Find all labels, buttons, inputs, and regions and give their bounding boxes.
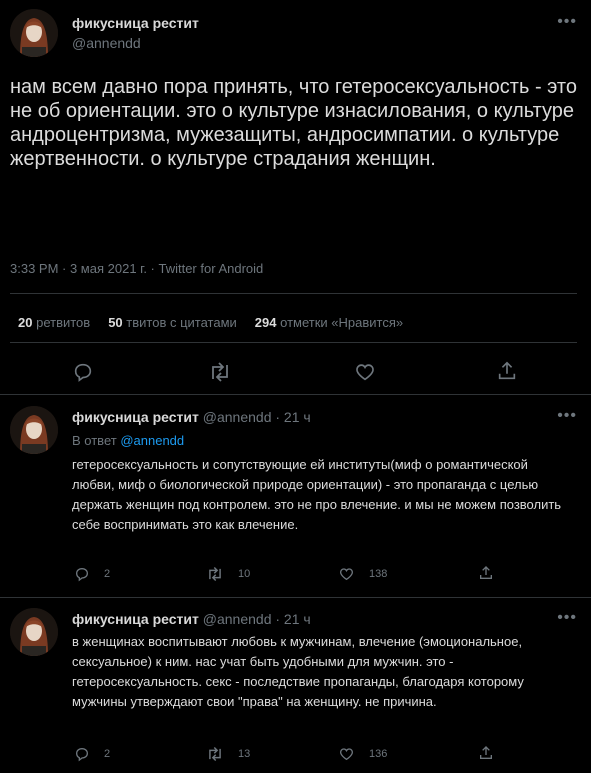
reply-text: гетеросексуальность и сопутствующие ей и…	[72, 457, 562, 532]
handle[interactable]: @annendd	[72, 35, 141, 51]
reply-icon[interactable]	[72, 361, 94, 383]
divider	[10, 342, 577, 343]
tweet-text: нам всем давно пора принять, что гетерос…	[10, 76, 577, 170]
like-count: 136	[369, 748, 388, 760]
avatar[interactable]	[10, 9, 58, 57]
reply-count: 2	[104, 568, 111, 580]
handle[interactable]: @annendd	[203, 611, 272, 627]
retweet-action[interactable]: 13	[206, 746, 250, 762]
reply-text: в женщинах воспитывают любовь к мужчинам…	[72, 634, 524, 709]
reply-to-handle[interactable]: @annendd	[120, 433, 184, 448]
more-icon[interactable]: •••	[557, 407, 577, 425]
more-icon[interactable]: •••	[557, 609, 577, 627]
avatar[interactable]	[10, 608, 58, 656]
like-count: 138	[369, 568, 388, 580]
retweet-count: 10	[238, 568, 251, 580]
share-icon[interactable]	[478, 565, 494, 581]
like-action[interactable]: 138	[338, 566, 387, 582]
tweet-meta: 3:33 PM · 3 мая 2021 г. · Twitter for An…	[10, 261, 264, 276]
reply-count: 2	[104, 748, 111, 760]
reply-icon[interactable]	[74, 566, 90, 582]
more-icon[interactable]: •••	[557, 13, 577, 31]
share-icon[interactable]	[478, 745, 494, 761]
timestamp[interactable]: · 21 ч	[275, 611, 310, 627]
divider	[0, 394, 591, 395]
reply-action[interactable]: 2	[74, 746, 110, 762]
retweet-action[interactable]: 10	[206, 566, 250, 582]
reply-action[interactable]: 2	[74, 566, 110, 582]
retweet-icon[interactable]	[208, 361, 232, 383]
like-icon[interactable]	[354, 361, 376, 383]
share-icon[interactable]	[496, 360, 518, 382]
retweet-icon[interactable]	[206, 746, 224, 762]
handle[interactable]: @annendd	[203, 409, 272, 425]
retweets-stat[interactable]: 20 ретвитов	[18, 315, 90, 330]
display-name[interactable]: фикусница рестит	[72, 611, 199, 627]
divider	[0, 597, 591, 598]
avatar[interactable]	[10, 406, 58, 454]
likes-stat[interactable]: 294 отметки «Нравится»	[255, 315, 403, 330]
quotes-stat[interactable]: 50 твитов с цитатами	[108, 315, 237, 330]
reply-header: фикусница рестит @annendd · 21 ч	[72, 409, 311, 425]
display-name[interactable]: фикусница рестит	[72, 15, 199, 31]
like-icon[interactable]	[338, 566, 355, 582]
in-reply-to: В ответ @annendd	[72, 433, 185, 448]
like-action[interactable]: 136	[338, 746, 387, 762]
display-name[interactable]: фикусница рестит	[72, 409, 199, 425]
retweet-icon[interactable]	[206, 566, 224, 582]
reply-icon[interactable]	[74, 746, 90, 762]
reply-header: фикусница рестит @annendd · 21 ч	[72, 611, 311, 627]
tweet-stats: 20 ретвитов 50 твитов с цитатами 294 отм…	[18, 315, 403, 330]
retweet-count: 13	[238, 748, 251, 760]
timestamp[interactable]: · 21 ч	[275, 409, 310, 425]
like-icon[interactable]	[338, 746, 355, 762]
divider	[10, 293, 577, 294]
